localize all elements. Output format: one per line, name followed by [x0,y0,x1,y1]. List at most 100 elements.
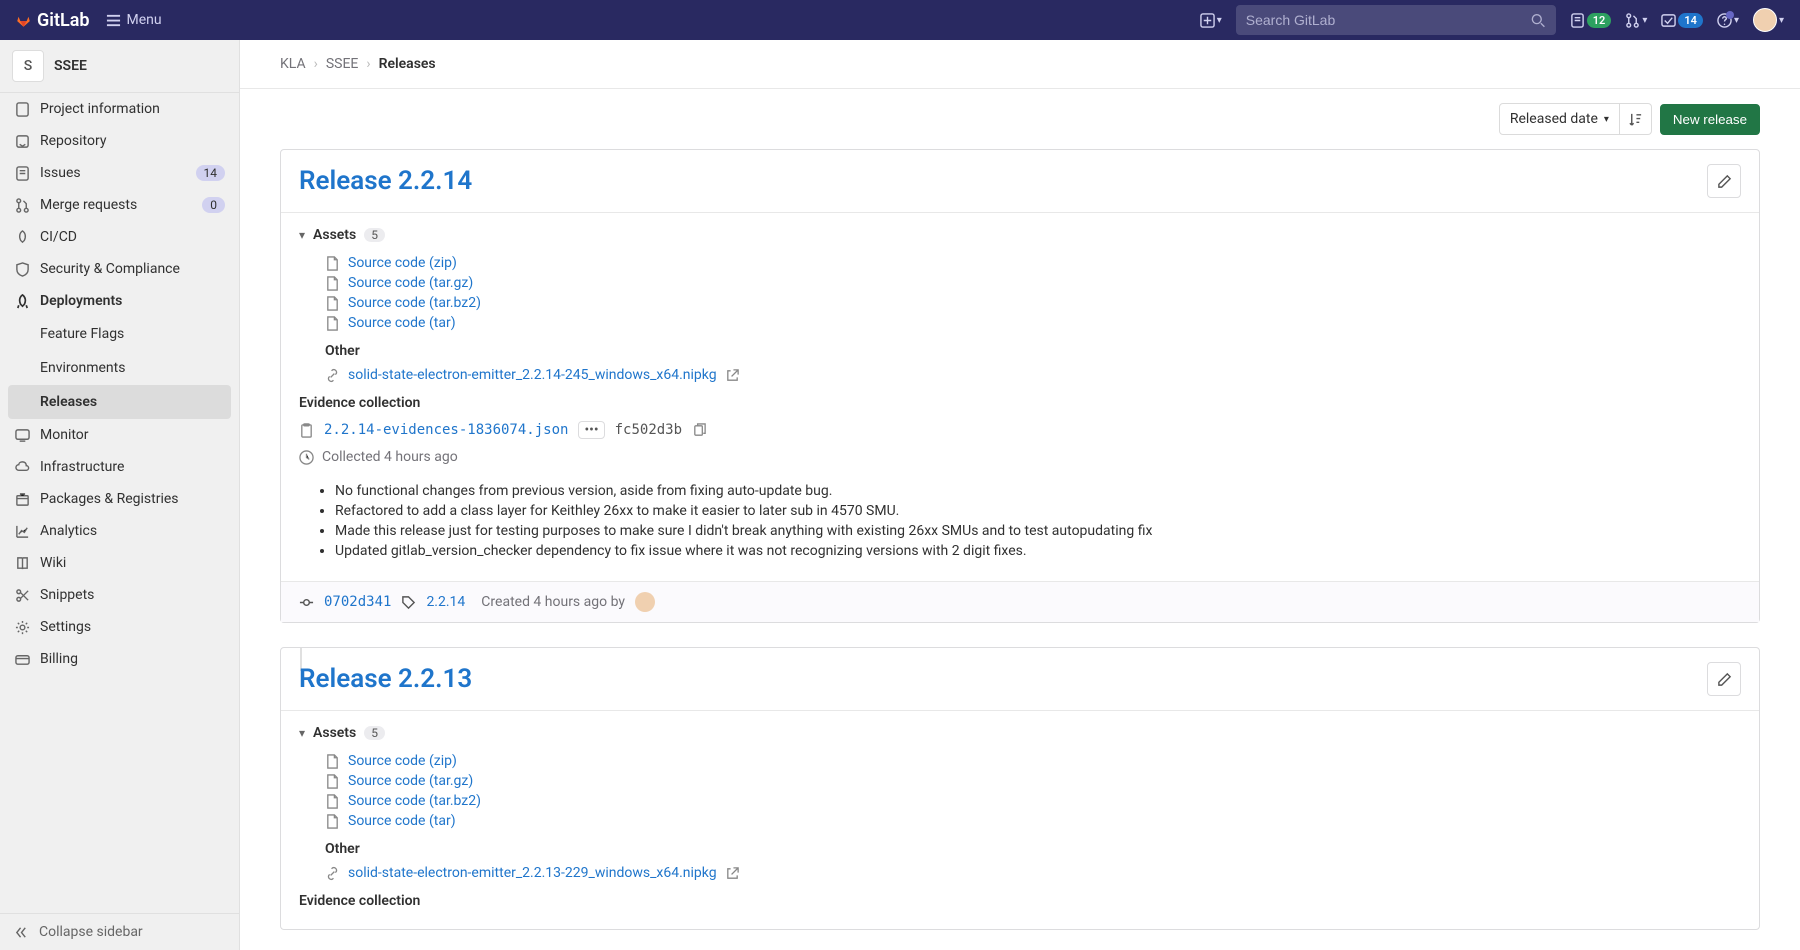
merge-requests-nav[interactable]: ▾ [1625,13,1647,28]
release-note-item: Updated gitlab_version_checker dependenc… [335,541,1741,561]
release-card: Release 2.2.13 ▾ Assets 5 Source code (z… [280,647,1760,930]
asset-link[interactable]: Source code (tar) [348,315,456,331]
create-button[interactable]: ▾ [1200,13,1222,28]
sidebar-item-wiki[interactable]: Wiki [0,547,239,579]
breadcrumb: KLA › SSEE › Releases [240,40,1800,89]
asset-link[interactable]: solid-state-electron-emitter_2.2.13-229_… [348,865,717,881]
expand-sha-button[interactable]: ••• [578,421,604,439]
merge-icon [14,197,30,213]
sidebar-item-analytics[interactable]: Analytics [0,515,239,547]
todos-count-badge: 14 [1678,13,1703,28]
plus-square-icon [1200,13,1215,28]
file-icon [325,773,340,788]
brand-logo[interactable]: GitLab [16,10,90,31]
collapse-sidebar-button[interactable]: Collapse sidebar [0,913,239,950]
sidebar-item-label: Monitor [40,427,225,443]
todos-nav[interactable]: 14 [1661,13,1703,28]
release-header: Release 2.2.14 [281,150,1759,212]
sidebar-sub-environments[interactable]: Environments [0,351,239,385]
menu-label: Menu [127,12,162,28]
package-icon [14,491,30,507]
asset-item: Source code (tar.gz) [325,771,1741,791]
repo-icon [14,133,30,149]
asset-link[interactable]: Source code (zip) [348,753,457,769]
copy-sha-button[interactable] [692,422,707,438]
commit-link[interactable]: 0702d341 [324,594,391,610]
sidebar-item-snippets[interactable]: Snippets [0,579,239,611]
other-subsection-label: Other [325,831,1741,863]
sidebar-item-project-info[interactable]: Project information [0,93,239,125]
evidence-file-link[interactable]: 2.2.14-evidences-1836074.json [324,422,568,438]
cloud-icon [14,459,30,475]
author-avatar[interactable] [635,592,655,612]
brand-text: GitLab [37,10,90,31]
deploy-icon [14,293,30,309]
asset-link[interactable]: Source code (tar.bz2) [348,793,481,809]
sidebar-item-issues[interactable]: Issues 14 [0,157,239,189]
release-footer: 0702d341 2.2.14 Created 4 hours ago by [281,581,1759,622]
sidebar-item-security[interactable]: Security & Compliance [0,253,239,285]
release-title-link[interactable]: Release 2.2.14 [299,166,472,196]
release-header: Release 2.2.13 [281,648,1759,710]
assets-toggle[interactable]: ▾ Assets 5 [299,725,1741,741]
sidebar-sub-feature-flags[interactable]: Feature Flags [0,317,239,351]
project-avatar: S [12,50,44,82]
breadcrumb-item[interactable]: KLA [280,56,306,72]
release-notes: No functional changes from previous vers… [299,471,1741,567]
breadcrumb-item[interactable]: SSEE [326,56,359,72]
sidebar-item-merge-requests[interactable]: Merge requests 0 [0,189,239,221]
pencil-icon [1717,174,1732,189]
evidence-label: Evidence collection [299,385,1741,417]
issues-nav[interactable]: 12 [1570,13,1612,28]
sidebar-item-monitor[interactable]: Monitor [0,419,239,451]
edit-release-button[interactable] [1707,662,1741,696]
sort-dropdown[interactable]: Released date ▾ [1499,103,1620,135]
tag-icon [401,595,416,610]
assets-toggle[interactable]: ▾ Assets 5 [299,227,1741,243]
chevron-down-icon: ▾ [1604,114,1609,125]
commit-icon [299,595,314,610]
sidebar-item-label: CI/CD [40,229,225,245]
file-icon [325,255,340,270]
sidebar-item-label: Infrastructure [40,459,225,475]
monitor-icon [14,427,30,443]
sidebar-item-billing[interactable]: Billing [0,643,239,675]
tag-link[interactable]: 2.2.14 [426,594,465,610]
sidebar-sub-releases[interactable]: Releases [8,385,231,419]
edit-release-button[interactable] [1707,164,1741,198]
top-navbar: GitLab Menu ▾ 12 ▾ 14 ▾ [0,0,1800,40]
file-icon [325,315,340,330]
asset-link[interactable]: Source code (tar.gz) [348,773,473,789]
project-header[interactable]: S SSEE [0,40,239,93]
evidence-label: Evidence collection [299,883,1741,915]
help-nav[interactable]: ▾ [1717,13,1739,28]
shield-icon [14,261,30,277]
asset-link[interactable]: solid-state-electron-emitter_2.2.14-245_… [348,367,717,383]
asset-link[interactable]: Source code (tar) [348,813,456,829]
search-box[interactable] [1236,5,1556,35]
sidebar-item-infrastructure[interactable]: Infrastructure [0,451,239,483]
collected-text: Collected 4 hours ago [322,449,458,465]
sidebar-item-repository[interactable]: Repository [0,125,239,157]
evidence-row: 2.2.14-evidences-1836074.json ••• fc502d… [299,417,1741,443]
sort-icon [1628,112,1643,127]
sidebar-item-settings[interactable]: Settings [0,611,239,643]
file-icon [325,295,340,310]
search-input[interactable] [1246,12,1532,28]
release-title-link[interactable]: Release 2.2.13 [299,664,472,694]
clipboard-icon [299,423,314,438]
user-menu[interactable]: ▾ [1753,8,1784,32]
sidebar-item-deployments[interactable]: Deployments [0,285,239,317]
sidebar-item-cicd[interactable]: CI/CD [0,221,239,253]
new-release-button[interactable]: New release [1660,104,1760,135]
commit-sha: fc502d3b [615,422,682,438]
asset-link[interactable]: Source code (tar.gz) [348,275,473,291]
assets-label: Assets [313,227,356,243]
sort-direction-button[interactable] [1620,103,1652,135]
menu-button[interactable]: Menu [106,12,162,28]
asset-link[interactable]: Source code (tar.bz2) [348,295,481,311]
external-link-icon [725,866,740,881]
sidebar-item-packages[interactable]: Packages & Registries [0,483,239,515]
chevron-right-icon: › [314,56,318,72]
asset-link[interactable]: Source code (zip) [348,255,457,271]
